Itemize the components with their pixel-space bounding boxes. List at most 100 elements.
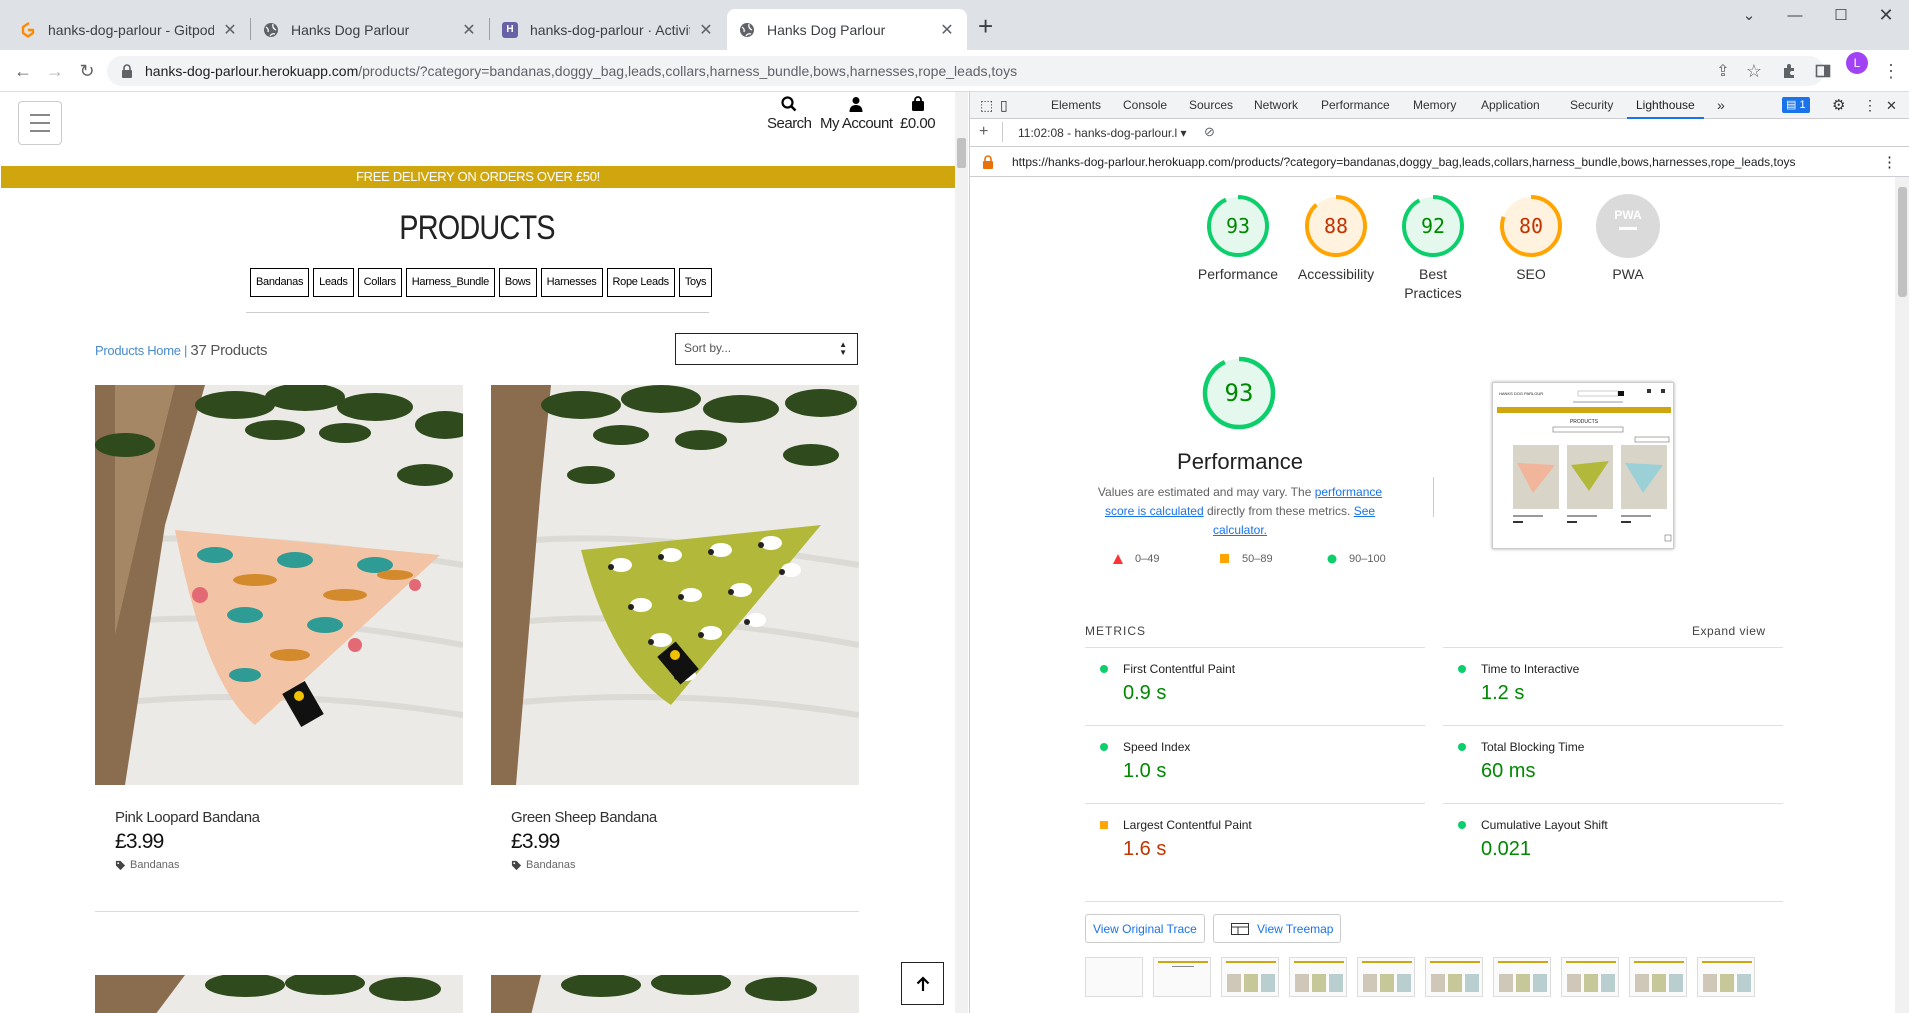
metric-name: Largest Contentful Paint bbox=[1123, 818, 1252, 832]
back-icon[interactable]: ← bbox=[8, 56, 38, 86]
score-label: PWA bbox=[1612, 266, 1644, 282]
score-value: 92 bbox=[1421, 214, 1445, 238]
tab-search-chevron-icon[interactable]: ⌄ bbox=[1726, 0, 1772, 30]
maximize-icon[interactable]: ☐ bbox=[1818, 0, 1864, 30]
tab-gitpod[interactable]: hanks-dog-parlour - Gitpod Code ✕ bbox=[8, 9, 250, 50]
share-icon[interactable]: ⇪ bbox=[1712, 60, 1734, 82]
product-category-label: Bandanas bbox=[526, 859, 576, 871]
clear-reports-icon[interactable]: ⊘ bbox=[1204, 124, 1215, 140]
tab-console[interactable]: Console bbox=[1123, 92, 1167, 119]
nav-account[interactable]: My Account bbox=[820, 96, 893, 132]
tag-icon bbox=[115, 860, 126, 870]
address-bar[interactable]: hanks-dog-parlour.herokuapp.com/products… bbox=[107, 56, 1824, 86]
extensions-icon[interactable] bbox=[1779, 60, 1801, 82]
new-report-icon[interactable]: + bbox=[979, 123, 988, 141]
sort-select[interactable]: Sort by... ▲ ▼ bbox=[675, 333, 858, 365]
product-name[interactable]: Pink Loopard Bandana bbox=[115, 809, 463, 826]
product-card[interactable]: Pink Loopard Bandana £3.99 Bandanas bbox=[95, 385, 463, 871]
tab-hanks-1[interactable]: Hanks Dog Parlour ✕ bbox=[251, 9, 489, 50]
tab-title: Hanks Dog Parlour bbox=[767, 21, 886, 38]
category-button[interactable]: Toys bbox=[678, 268, 713, 297]
metric-name: First Contentful Paint bbox=[1123, 662, 1236, 676]
filmstrip-frame bbox=[1357, 957, 1415, 997]
device-toolbar-icon[interactable]: ▯ bbox=[1000, 92, 1008, 119]
nav-bag[interactable]: £0.00 bbox=[900, 96, 936, 132]
search-icon bbox=[781, 96, 797, 112]
browser-toolbar: ← → ↻ hanks-dog-parlour.herokuapp.com/pr… bbox=[0, 50, 1909, 92]
globe-icon bbox=[739, 22, 755, 38]
tab-sources[interactable]: Sources bbox=[1189, 92, 1233, 119]
close-tab-icon[interactable]: ✕ bbox=[461, 20, 477, 40]
expand-view-toggle[interactable]: Expand view bbox=[1692, 624, 1766, 638]
score-value: 88 bbox=[1324, 214, 1348, 238]
tab-memory[interactable]: Memory bbox=[1413, 92, 1456, 119]
score-gauge-accessibility[interactable]: 88 Accessibility bbox=[1286, 193, 1386, 284]
close-window-icon[interactable]: ✕ bbox=[1863, 0, 1909, 30]
new-tab-icon[interactable]: + bbox=[978, 11, 993, 42]
tab-elements[interactable]: Elements bbox=[1051, 92, 1101, 119]
category-button[interactable]: Collars bbox=[357, 268, 402, 297]
score-gauge-pwa[interactable]: PWA PWA bbox=[1578, 193, 1678, 284]
close-tab-icon[interactable]: ✕ bbox=[698, 20, 714, 40]
insecure-lock-icon bbox=[983, 155, 993, 169]
issues-badge[interactable]: ▤ 1 bbox=[1782, 97, 1810, 113]
category-button[interactable]: Bows bbox=[498, 268, 537, 297]
perf-score-value: 93 bbox=[1225, 379, 1254, 407]
product-category-label: Bandanas bbox=[130, 859, 180, 871]
report-scrollbar[interactable] bbox=[1895, 177, 1909, 1013]
view-treemap-button[interactable]: View Treemap bbox=[1213, 914, 1342, 943]
category-button[interactable]: Harnesses bbox=[540, 268, 603, 297]
url-host: hanks-dog-parlour.herokuapp.com bbox=[145, 63, 359, 79]
devtools-menu-icon[interactable]: ⋮ bbox=[1863, 92, 1877, 119]
tab-lighthouse[interactable]: Lighthouse bbox=[1627, 92, 1704, 119]
score-gauge-best-practices[interactable]: 92 Best Practices bbox=[1383, 193, 1483, 303]
product-category[interactable]: Bandanas bbox=[115, 859, 463, 871]
category-button[interactable]: Rope Leads bbox=[606, 268, 675, 297]
category-button[interactable]: Bandanas bbox=[250, 268, 310, 297]
browser-menu-icon[interactable]: ⋮ bbox=[1880, 60, 1902, 82]
tab-security[interactable]: Security bbox=[1570, 92, 1613, 119]
tab-application[interactable]: Application bbox=[1481, 92, 1540, 119]
more-tabs-icon[interactable]: » bbox=[1717, 92, 1725, 119]
product-category[interactable]: Bandanas bbox=[511, 859, 859, 871]
reload-icon[interactable]: ↻ bbox=[72, 56, 102, 86]
product-name[interactable]: Green Sheep Bandana bbox=[511, 809, 859, 826]
menu-toggle-button[interactable] bbox=[18, 101, 62, 145]
product-card[interactable]: Green Sheep Bandana £3.99 Bandanas bbox=[491, 385, 859, 871]
report-selector[interactable]: 11:02:08 - hanks-dog-parlour.l ▾ bbox=[1018, 126, 1187, 140]
product-image-next[interactable] bbox=[491, 975, 859, 1013]
heroku-icon: H bbox=[502, 21, 518, 38]
score-gauge-seo[interactable]: 80 SEO bbox=[1481, 193, 1581, 284]
settings-gear-icon[interactable]: ⚙ bbox=[1832, 92, 1845, 119]
report-menu-icon[interactable]: ⋮ bbox=[1882, 153, 1897, 171]
final-screenshot[interactable]: HANKS DOG PARLOUR PRODUCTS bbox=[1492, 382, 1674, 549]
back-to-top-button[interactable] bbox=[901, 962, 944, 1005]
globe-icon bbox=[263, 22, 279, 38]
tab-heroku[interactable]: H hanks-dog-parlour · Activity | Heroku … bbox=[490, 9, 726, 50]
metric-value: 0.9 s bbox=[1123, 682, 1167, 704]
product-image-green-sheep-bandana[interactable] bbox=[491, 385, 859, 785]
score-gauge-performance[interactable]: 93 Performance bbox=[1188, 193, 1288, 284]
forward-icon[interactable]: → bbox=[40, 56, 70, 86]
close-tab-icon[interactable]: ✕ bbox=[222, 20, 238, 40]
category-button[interactable]: Leads bbox=[313, 268, 354, 297]
metric-cls: Cumulative Layout Shift 0.021 bbox=[1443, 803, 1783, 881]
tab-network[interactable]: Network bbox=[1254, 92, 1298, 119]
minimize-icon[interactable]: — bbox=[1772, 0, 1818, 30]
nav-search[interactable]: Search bbox=[767, 96, 812, 132]
tab-hanks-active[interactable]: Hanks Dog Parlour ✕ bbox=[727, 9, 967, 50]
close-tab-icon[interactable]: ✕ bbox=[939, 20, 955, 40]
bookmark-star-icon[interactable]: ☆ bbox=[1743, 60, 1765, 82]
tab-performance[interactable]: Performance bbox=[1321, 92, 1390, 119]
page-scrollbar[interactable] bbox=[955, 92, 968, 1013]
products-home-link[interactable]: Products Home bbox=[95, 343, 181, 358]
product-image-pink-leopard-bandana[interactable] bbox=[95, 385, 463, 785]
product-image-next[interactable] bbox=[95, 975, 463, 1013]
side-panel-icon[interactable] bbox=[1812, 60, 1834, 82]
profile-avatar[interactable]: L bbox=[1846, 52, 1868, 74]
category-button[interactable]: Harness_Bundle bbox=[405, 268, 495, 297]
inspect-element-icon[interactable]: ⬚ bbox=[980, 92, 993, 119]
view-original-trace-button[interactable]: View Original Trace bbox=[1085, 914, 1205, 943]
close-devtools-icon[interactable]: ✕ bbox=[1886, 92, 1897, 119]
filmstrip-frame bbox=[1221, 957, 1279, 997]
